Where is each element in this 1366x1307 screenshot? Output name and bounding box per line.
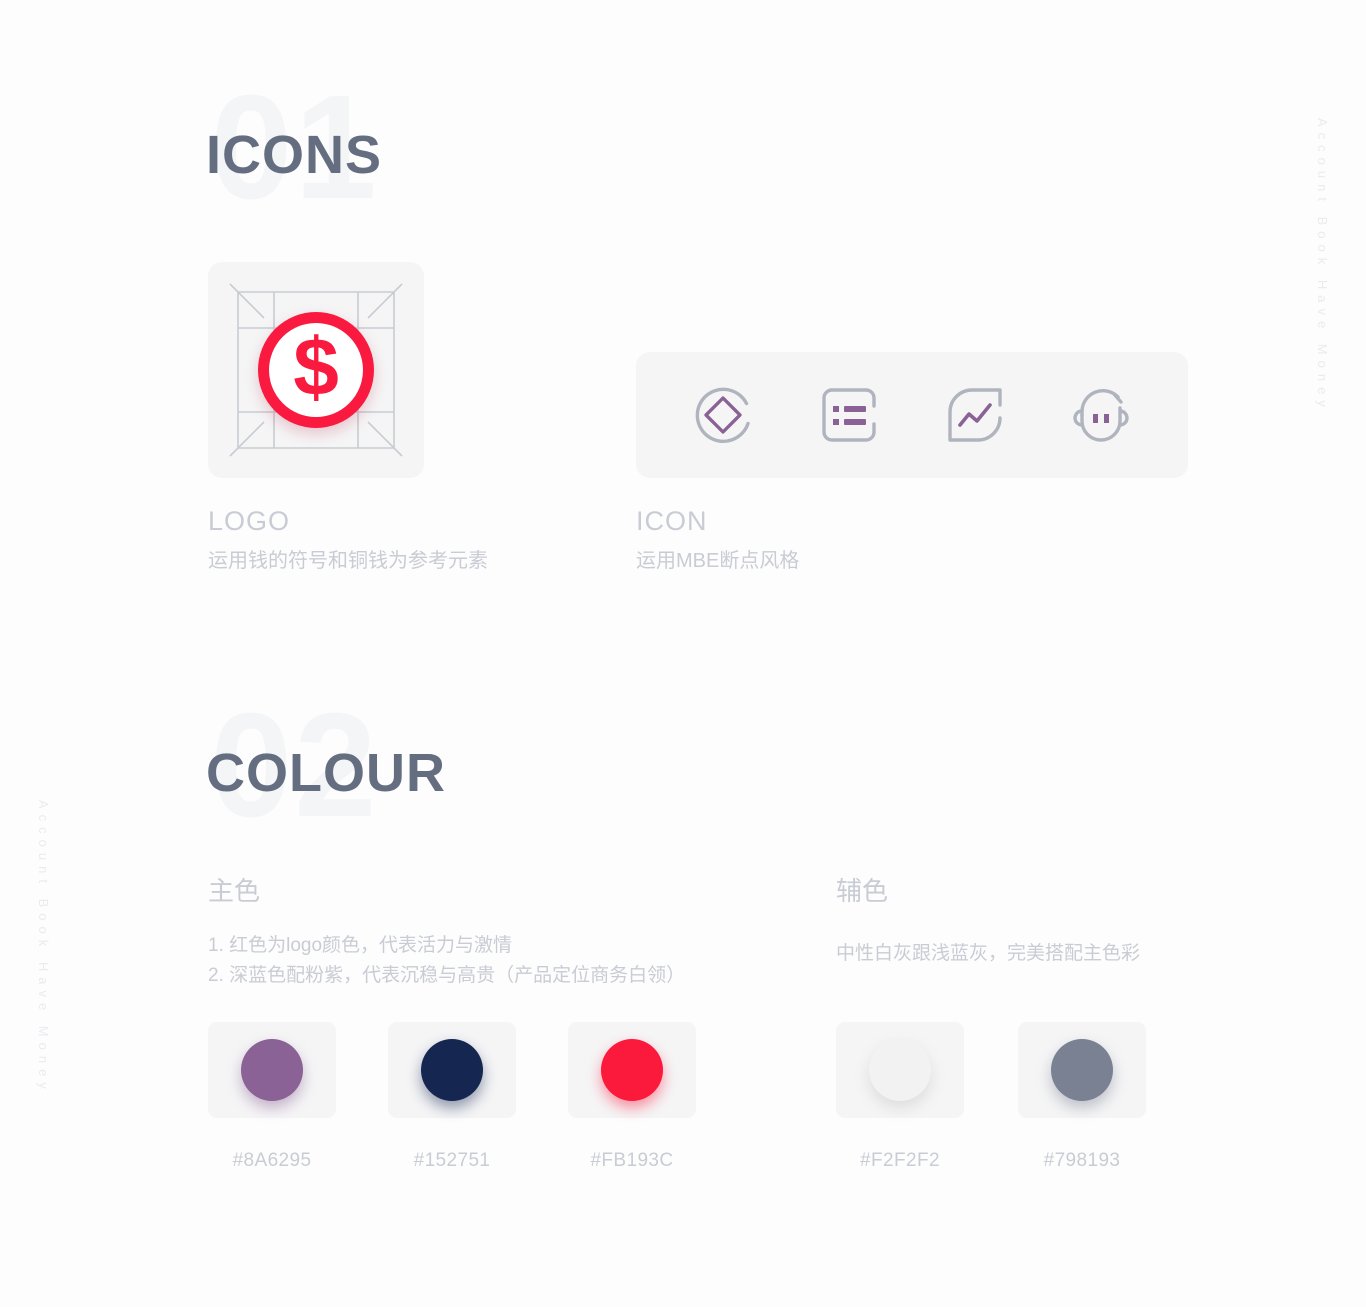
list-icon[interactable]	[812, 378, 886, 452]
icon-caption: ICON 运用MBE断点风格	[636, 505, 799, 574]
group-description-line: 2. 深蓝色配粉紫，代表沉稳与高贵（产品定位商务白领）	[208, 964, 686, 986]
section-heading-colour: 02 COLOUR	[200, 692, 620, 850]
primary-swatch-row: #8A6295 #152751 #FB193C	[208, 1022, 696, 1172]
swatch-hex-label: #FB193C	[590, 1150, 674, 1171]
swatch-hex-label: #798193	[1043, 1150, 1121, 1171]
colour-swatch[interactable]: #152751	[388, 1022, 516, 1172]
swatch-dot	[241, 1039, 303, 1101]
logo-coin: $	[258, 312, 374, 428]
trend-chart-icon[interactable]	[938, 378, 1012, 452]
group-description-line: 中性白灰跟浅蓝灰，完美搭配主色彩	[836, 943, 1141, 965]
colour-swatch[interactable]: #FB193C	[568, 1022, 696, 1172]
swatch-box	[1018, 1022, 1146, 1118]
swatch-dot	[869, 1039, 931, 1101]
primary-colour-group: 主色 1. 红色为logo颜色，代表活力与激情 2. 深蓝色配粉紫，代表沉稳与高…	[208, 876, 685, 990]
dollar-sign-icon: $	[293, 322, 339, 413]
group-description-line: 1. 红色为logo颜色，代表活力与激情	[208, 935, 513, 957]
swatch-hex-label: #F2F2F2	[860, 1150, 940, 1171]
swatch-dot	[1051, 1039, 1113, 1101]
colour-swatch[interactable]: #8A6295	[208, 1022, 336, 1172]
swatch-dot	[421, 1039, 483, 1101]
logo-preview-panel: $	[208, 262, 424, 478]
swatch-hex-label: #152751	[413, 1150, 491, 1171]
swatch-dot	[601, 1039, 663, 1101]
swatch-hex-label: #8A6295	[232, 1150, 312, 1171]
section-title: ICONS	[206, 125, 383, 185]
side-tag-left: Account Book Have Money	[36, 800, 51, 1095]
group-title: 主色	[208, 876, 261, 906]
swatch-box	[568, 1022, 696, 1118]
section-title: COLOUR	[206, 743, 446, 803]
diamond-in-circle-icon[interactable]	[686, 378, 760, 452]
swatch-box	[836, 1022, 964, 1118]
caption-title: ICON	[636, 506, 708, 536]
colour-swatch[interactable]: #F2F2F2	[836, 1022, 964, 1172]
group-title: 辅色	[836, 876, 889, 906]
section-heading-icons: 01 ICONS	[200, 74, 620, 232]
caption-description: 运用钱的符号和铜钱为参考元素	[208, 550, 488, 573]
design-system-page: Account Book Have Money Account Book Hav…	[0, 0, 1366, 1307]
face-icon[interactable]	[1064, 378, 1138, 452]
caption-title: LOGO	[208, 506, 291, 536]
secondary-colour-group: 辅色 中性白灰跟浅蓝灰，完美搭配主色彩	[836, 876, 1140, 969]
side-tag-right: Account Book Have Money	[1315, 118, 1330, 413]
swatch-box	[208, 1022, 336, 1118]
secondary-swatch-row: #F2F2F2 #798193	[836, 1022, 1146, 1172]
logo-caption: LOGO 运用钱的符号和铜钱为参考元素	[208, 505, 488, 574]
swatch-box	[388, 1022, 516, 1118]
icon-set-panel	[636, 352, 1188, 478]
colour-swatch[interactable]: #798193	[1018, 1022, 1146, 1172]
caption-description: 运用MBE断点风格	[636, 550, 800, 573]
